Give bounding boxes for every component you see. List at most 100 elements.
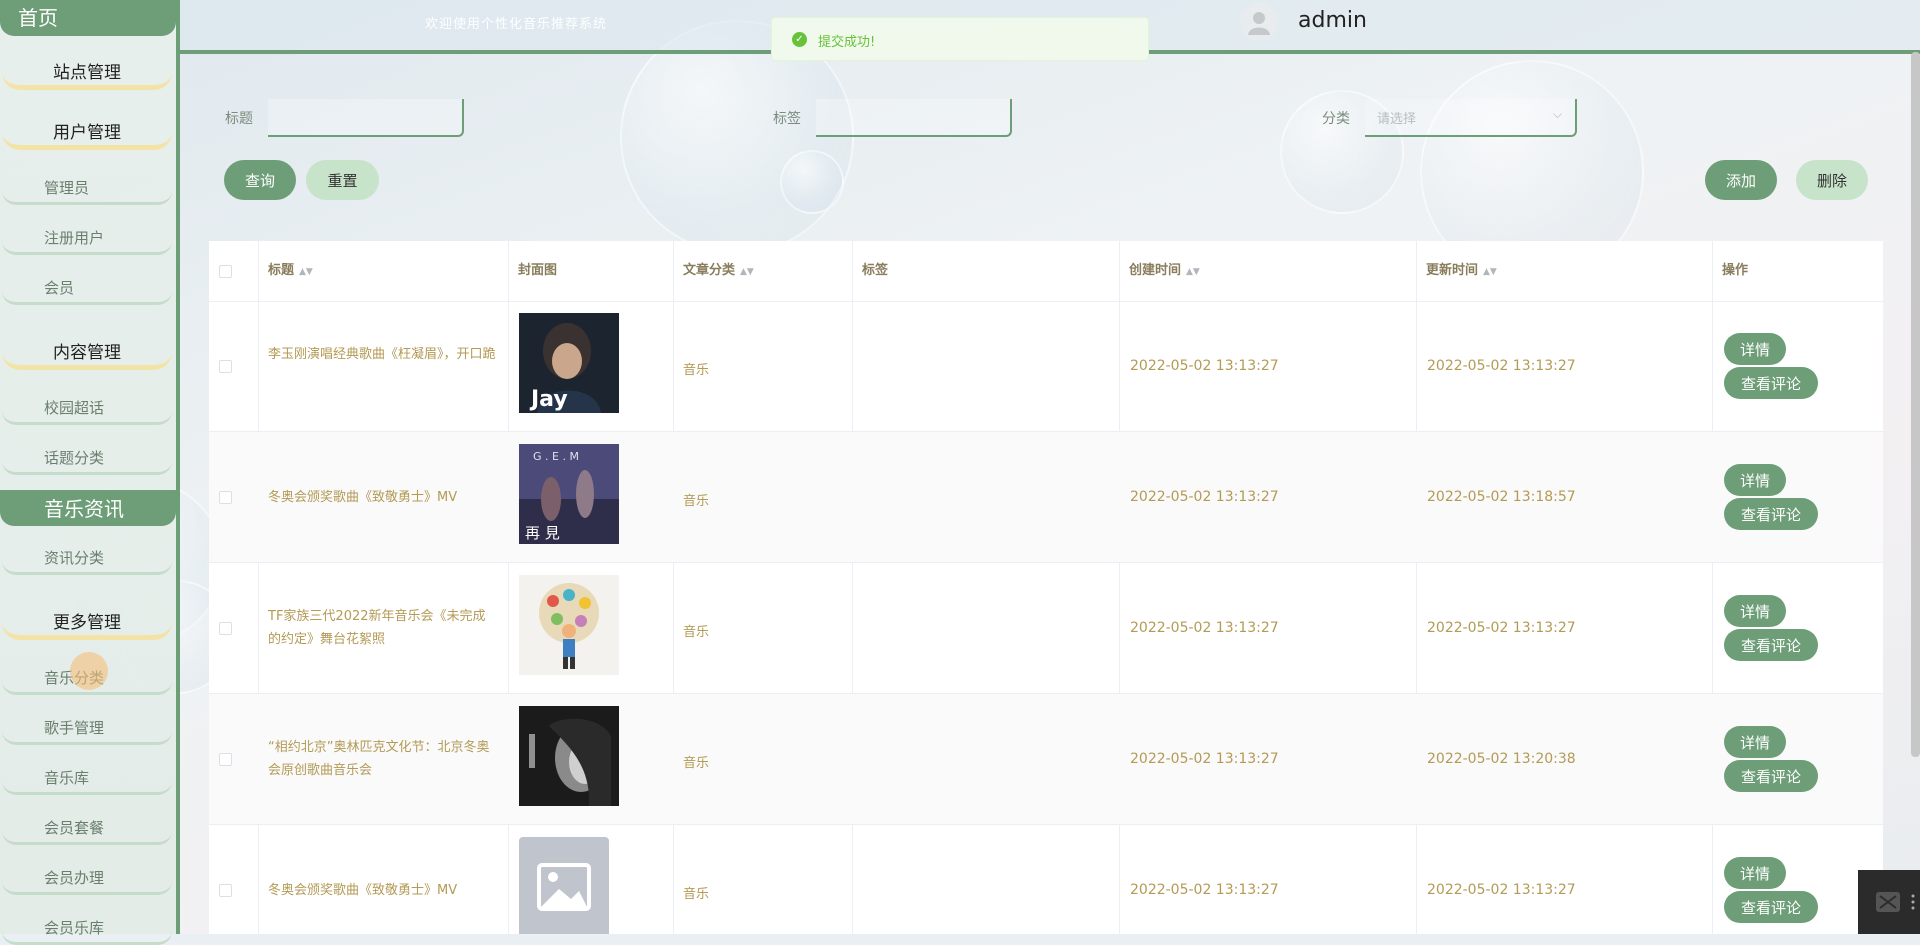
detail-button[interactable]: 详情: [1724, 464, 1786, 496]
view-comments-button[interactable]: 查看评论: [1724, 498, 1818, 530]
category-label: 分类: [1322, 111, 1350, 127]
sidebar-item-admin[interactable]: 管理员: [2, 171, 172, 205]
row-created: 2022-05-02 13:13:27: [1130, 358, 1279, 374]
cover-image: [519, 575, 619, 675]
row-updated: 2022-05-02 13:18:57: [1427, 489, 1576, 505]
table-row: 冬奥会颁奖歌曲《致敬勇士》MV G . E . M 再 見 音乐 2022-05…: [209, 432, 1883, 563]
row-updated: 2022-05-02 13:13:27: [1427, 882, 1576, 898]
title-input[interactable]: [268, 99, 464, 137]
add-button[interactable]: 添加: [1705, 160, 1777, 200]
row-created: 2022-05-02 13:13:27: [1130, 751, 1279, 767]
sidebar-item-singers[interactable]: 歌手管理: [2, 711, 172, 745]
svg-text:G . E . M: G . E . M: [533, 450, 579, 463]
cover-image: Jay: [519, 313, 619, 413]
row-updated: 2022-05-02 13:13:27: [1427, 358, 1576, 374]
view-comments-button[interactable]: 查看评论: [1724, 629, 1818, 661]
sidebar: 首页 站点管理 用户管理 管理员 注册用户 会员 内容管理 校园超话 话题分类 …: [0, 0, 176, 945]
row-checkbox[interactable]: [219, 491, 232, 504]
row-title: 冬奥会颁奖歌曲《致敬勇士》MV: [268, 490, 458, 505]
row-category: 音乐: [683, 756, 710, 771]
chevron-down-icon: ⌵: [1553, 107, 1563, 121]
sidebar-group-users[interactable]: 用户管理: [2, 116, 172, 150]
cover-image: [519, 706, 619, 806]
column-header-updated[interactable]: 更新时间 ▲▼: [1416, 241, 1712, 301]
view-comments-button[interactable]: 查看评论: [1724, 367, 1818, 399]
row-title: TF家族三代2022新年音乐会《未完成的约定》舞台花絮照: [268, 609, 486, 647]
toast-message: 提交成功!: [818, 35, 876, 50]
success-check-icon: ✓: [792, 32, 807, 47]
tag-input[interactable]: [816, 99, 1012, 137]
sidebar-item-registered-users[interactable]: 注册用户: [2, 221, 172, 255]
category-placeholder: 请选择: [1377, 112, 1417, 127]
sort-icon[interactable]: ▲▼: [740, 267, 754, 277]
sort-icon[interactable]: ▲▼: [1483, 267, 1497, 277]
column-header-category[interactable]: 文章分类 ▲▼: [673, 241, 852, 301]
column-header-cover: 封面图: [518, 263, 558, 278]
column-header-actions: 操作: [1722, 263, 1749, 278]
query-button[interactable]: 查询: [224, 160, 296, 200]
sidebar-divider: [176, 0, 180, 934]
sort-icon[interactable]: ▲▼: [1186, 267, 1200, 277]
sidebar-item-music-library[interactable]: 音乐库: [2, 761, 172, 795]
sidebar-group-content[interactable]: 内容管理: [2, 336, 172, 370]
sidebar-item-topic-category[interactable]: 话题分类: [2, 441, 172, 475]
image-placeholder-icon: [519, 837, 609, 934]
sidebar-group-site[interactable]: 站点管理: [2, 56, 172, 90]
table-row: 李玉刚演唱经典歌曲《枉凝眉》，开口跪 Jay 音乐 2022-05-02 13:…: [209, 301, 1883, 432]
vertical-scrollbar[interactable]: [1911, 52, 1920, 757]
row-category: 音乐: [683, 625, 710, 640]
sidebar-item-news-category[interactable]: 资讯分类: [2, 541, 172, 575]
articles-table: 标题 ▲▼ 封面图 文章分类 ▲▼ 标签 创建时间 ▲▼ 更新时间 ▲▼ 操作 李玉刚演…: [209, 241, 1883, 934]
sidebar-group-more[interactable]: 更多管理: [2, 606, 172, 640]
sidebar-item-campus-topics[interactable]: 校园超话: [2, 391, 172, 425]
sidebar-item-member-library[interactable]: 会员乐库: [2, 911, 172, 945]
tag-label: 标签: [773, 111, 801, 127]
row-created: 2022-05-02 13:13:27: [1130, 620, 1279, 636]
svg-text:再 見: 再 見: [525, 524, 560, 542]
corner-widget-icon[interactable]: [1858, 870, 1920, 934]
welcome-text: 欢迎使用个性化音乐推荐系统: [425, 17, 608, 32]
column-header-created[interactable]: 创建时间 ▲▼: [1119, 241, 1416, 301]
sidebar-item-member-registration[interactable]: 会员办理: [2, 861, 172, 895]
column-header-tag: 标签: [862, 263, 889, 278]
row-checkbox[interactable]: [219, 622, 232, 635]
sidebar-item-members[interactable]: 会员: [2, 271, 172, 305]
sort-icon[interactable]: ▲▼: [299, 267, 313, 277]
row-updated: 2022-05-02 13:20:38: [1427, 751, 1576, 767]
row-title: “相约北京”奥林匹克文化节：北京冬奥会原创歌曲音乐会: [268, 740, 490, 778]
delete-button[interactable]: 删除: [1796, 160, 1868, 200]
row-title: 李玉刚演唱经典歌曲《枉凝眉》，开口跪: [268, 347, 496, 362]
reset-button[interactable]: 重置: [306, 160, 379, 200]
table-row: “相约北京”奥林匹克文化节：北京冬奥会原创歌曲音乐会 音乐 2022-05-02…: [209, 694, 1883, 825]
detail-button[interactable]: 详情: [1724, 333, 1786, 365]
row-created: 2022-05-02 13:13:27: [1130, 882, 1279, 898]
success-toast: ✓ 提交成功!: [771, 17, 1149, 61]
cover-image: G . E . M 再 見: [519, 444, 619, 544]
svg-text:Jay: Jay: [529, 387, 568, 412]
title-label: 标题: [225, 111, 253, 127]
sidebar-item-music-news[interactable]: 音乐资讯: [0, 490, 176, 526]
row-checkbox[interactable]: [219, 753, 232, 766]
row-title: 冬奥会颁奖歌曲《致敬勇士》MV: [268, 883, 458, 898]
row-category: 音乐: [683, 887, 710, 902]
select-all-checkbox[interactable]: [219, 265, 232, 278]
row-created: 2022-05-02 13:13:27: [1130, 489, 1279, 505]
table-header: 标题 ▲▼ 封面图 文章分类 ▲▼ 标签 创建时间 ▲▼ 更新时间 ▲▼ 操作: [209, 241, 1883, 302]
sidebar-home[interactable]: 首页: [0, 0, 176, 36]
row-category: 音乐: [683, 494, 710, 509]
detail-button[interactable]: 详情: [1724, 595, 1786, 627]
username[interactable]: admin: [1298, 8, 1367, 33]
user-avatar-icon[interactable]: [1240, 3, 1278, 41]
detail-button[interactable]: 详情: [1724, 857, 1786, 889]
mouse-cursor-highlight: [70, 652, 108, 690]
row-updated: 2022-05-02 13:13:27: [1427, 620, 1576, 636]
row-checkbox[interactable]: [219, 360, 232, 373]
table-row: 冬奥会颁奖歌曲《致敬勇士》MV 音乐 2022-05-02 13:13:27 2…: [209, 825, 1883, 934]
row-checkbox[interactable]: [219, 884, 232, 897]
view-comments-button[interactable]: 查看评论: [1724, 891, 1818, 923]
column-header-title[interactable]: 标题 ▲▼: [258, 241, 508, 301]
table-row: TF家族三代2022新年音乐会《未完成的约定》舞台花絮照 音乐 2022-05-…: [209, 563, 1883, 694]
sidebar-item-member-packages[interactable]: 会员套餐: [2, 811, 172, 845]
view-comments-button[interactable]: 查看评论: [1724, 760, 1818, 792]
detail-button[interactable]: 详情: [1724, 726, 1786, 758]
